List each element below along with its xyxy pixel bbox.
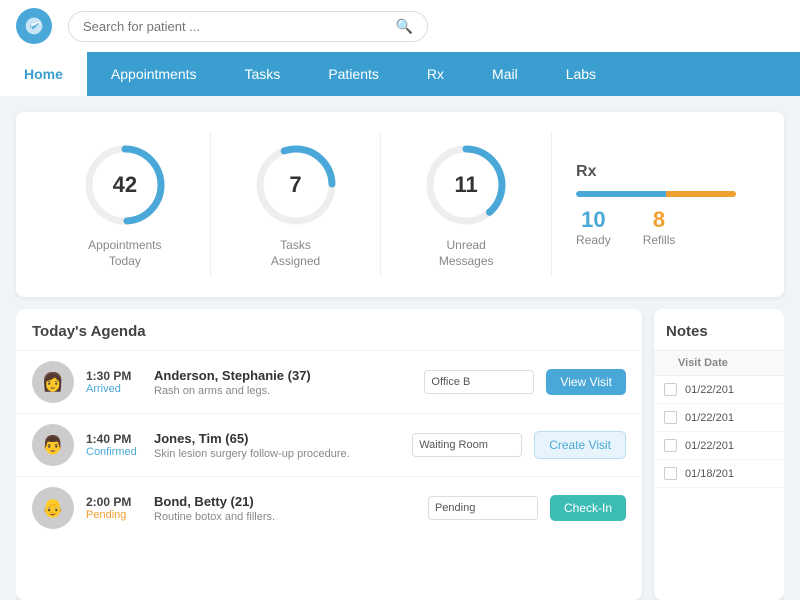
patient-info-1: Jones, Tim (65) Skin lesion surgery foll… <box>154 431 400 460</box>
notes-row-0: 01/22/201 <box>654 376 784 404</box>
rx-bar <box>576 191 736 197</box>
nav-item-tasks[interactable]: Tasks <box>221 52 305 96</box>
search-input[interactable] <box>83 19 388 34</box>
bottom-section: Today's Agenda 👩 1:30 PM Arrived Anderso… <box>16 309 784 600</box>
patient-info-0: Anderson, Stephanie (37) Rash on arms an… <box>154 368 412 397</box>
notes-title: Notes <box>654 309 784 351</box>
patient-name-1: Jones, Tim (65) <box>154 431 400 446</box>
rx-panel: Rx 10 Ready 8 Refills <box>552 155 760 255</box>
notes-row-1: 01/22/201 <box>654 404 784 432</box>
appointments-donut: 42 <box>80 140 170 230</box>
patient-notes-1: Skin lesion surgery follow-up procedure. <box>154 448 400 460</box>
notes-date-0: 01/22/201 <box>685 384 734 396</box>
status-0: Arrived <box>86 383 142 395</box>
action-btn-1[interactable]: Create Visit <box>534 431 626 459</box>
rx-refills: 8 Refills <box>643 207 676 247</box>
notes-date-2: 01/22/201 <box>685 440 734 452</box>
nav-item-appointments[interactable]: Appointments <box>87 52 221 96</box>
agenda-row-2: 👴 2:00 PM Pending Bond, Betty (21) Routi… <box>16 476 642 539</box>
tasks-donut: 7 <box>251 140 341 230</box>
stat-messages: 11 UnreadMessages <box>381 132 552 277</box>
rx-bar-refills <box>666 191 736 197</box>
patient-info-2: Bond, Betty (21) Routine botox and fille… <box>154 494 416 523</box>
tasks-label: TasksAssigned <box>271 238 320 269</box>
rx-bar-ready <box>576 191 666 197</box>
time-status-1: 1:40 PM Confirmed <box>86 432 142 458</box>
action-btn-0[interactable]: View Visit <box>546 369 626 395</box>
rx-counts: 10 Ready 8 Refills <box>576 207 675 247</box>
messages-donut: 11 <box>421 140 511 230</box>
time-status-0: 1:30 PM Arrived <box>86 369 142 395</box>
location-select-0[interactable]: Office B Waiting Room Pending <box>424 370 534 394</box>
rx-ready: 10 Ready <box>576 207 611 247</box>
time-1: 1:40 PM <box>86 432 142 446</box>
stat-tasks: 7 TasksAssigned <box>211 132 382 277</box>
time-2: 2:00 PM <box>86 495 142 509</box>
stats-section: 42 AppointmentsToday 7 TasksAssigned <box>16 112 784 297</box>
notes-panel: Notes Visit Date 01/22/201 01/22/201 01/… <box>654 309 784 600</box>
rx-ready-value: 10 <box>581 207 605 233</box>
patient-notes-2: Routine botox and fillers. <box>154 511 416 523</box>
nav-item-rx[interactable]: Rx <box>403 52 468 96</box>
notes-date-3: 01/18/201 <box>685 468 734 480</box>
location-select-2[interactable]: Pending Office B Waiting Room <box>428 496 538 520</box>
appointments-label: AppointmentsToday <box>88 238 161 269</box>
notes-row-2: 01/22/201 <box>654 432 784 460</box>
nav-item-labs[interactable]: Labs <box>542 52 620 96</box>
time-0: 1:30 PM <box>86 369 142 383</box>
agenda-list: 👩 1:30 PM Arrived Anderson, Stephanie (3… <box>16 350 642 600</box>
notes-checkbox-1[interactable] <box>664 411 677 424</box>
agenda-panel: Today's Agenda 👩 1:30 PM Arrived Anderso… <box>16 309 642 600</box>
tasks-value: 7 <box>289 172 301 198</box>
nav-item-home[interactable]: Home <box>0 52 87 96</box>
messages-label: UnreadMessages <box>439 238 494 269</box>
avatar-1: 👨 <box>32 424 74 466</box>
agenda-title: Today's Agenda <box>16 309 642 350</box>
main-content: 42 AppointmentsToday 7 TasksAssigned <box>0 96 800 600</box>
nav-item-mail[interactable]: Mail <box>468 52 542 96</box>
notes-date-1: 01/22/201 <box>685 412 734 424</box>
notes-checkbox-2[interactable] <box>664 439 677 452</box>
rx-ready-label: Ready <box>576 233 611 247</box>
appointments-value: 42 <box>113 172 137 198</box>
agenda-row-0: 👩 1:30 PM Arrived Anderson, Stephanie (3… <box>16 350 642 413</box>
notes-checkbox-3[interactable] <box>664 467 677 480</box>
time-status-2: 2:00 PM Pending <box>86 495 142 521</box>
top-bar: 🔍 <box>0 0 800 52</box>
app-logo <box>16 8 52 44</box>
patient-name-2: Bond, Betty (21) <box>154 494 416 509</box>
rx-refills-value: 8 <box>653 207 665 233</box>
patient-name-0: Anderson, Stephanie (37) <box>154 368 412 383</box>
nav-item-patients[interactable]: Patients <box>304 52 403 96</box>
rx-title: Rx <box>576 163 596 181</box>
notes-col-label: Visit Date <box>678 357 728 369</box>
notes-checkbox-0[interactable] <box>664 383 677 396</box>
status-2: Pending <box>86 509 142 521</box>
action-btn-2[interactable]: Check-In <box>550 495 626 521</box>
status-1: Confirmed <box>86 446 142 458</box>
avatar-0: 👩 <box>32 361 74 403</box>
rx-refills-label: Refills <box>643 233 676 247</box>
patient-notes-0: Rash on arms and legs. <box>154 385 412 397</box>
search-icon: 🔍 <box>396 18 413 35</box>
location-select-1[interactable]: Waiting Room Office B Pending <box>412 433 522 457</box>
messages-value: 11 <box>455 172 478 198</box>
notes-row-3: 01/18/201 <box>654 460 784 488</box>
search-bar[interactable]: 🔍 <box>68 11 428 42</box>
stat-appointments: 42 AppointmentsToday <box>40 132 211 277</box>
notes-header: Visit Date <box>654 351 784 376</box>
avatar-2: 👴 <box>32 487 74 529</box>
main-nav: Home Appointments Tasks Patients Rx Mail… <box>0 52 800 96</box>
agenda-row-1: 👨 1:40 PM Confirmed Jones, Tim (65) Skin… <box>16 413 642 476</box>
